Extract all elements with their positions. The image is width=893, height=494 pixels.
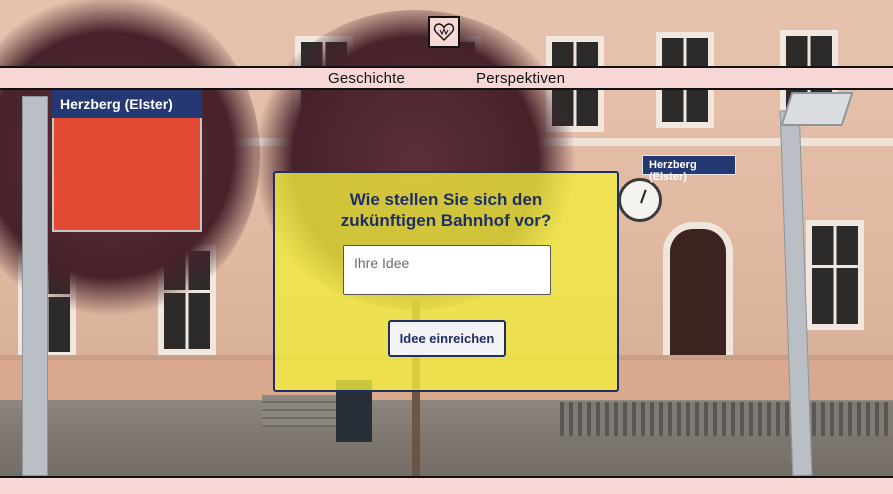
- station-sign-large: Herzberg (Elster): [52, 90, 202, 118]
- heart-icon: [433, 23, 455, 41]
- facade-window: [806, 220, 864, 330]
- form-title: Wie stellen Sie sich den zukünftigen Bah…: [340, 190, 552, 230]
- sign-pole: [22, 96, 48, 476]
- top-navigation: Geschichte Perspektiven: [0, 66, 893, 90]
- idea-input[interactable]: [343, 245, 551, 295]
- platform-edge: [560, 402, 893, 436]
- idea-form-panel: Wie stellen Sie sich den zukünftigen Bah…: [273, 171, 619, 392]
- heart-logo-icon[interactable]: [428, 16, 460, 48]
- nav-link-geschichte[interactable]: Geschichte: [328, 70, 405, 87]
- submit-idea-button[interactable]: Idee einreichen: [388, 320, 506, 357]
- station-clock: [618, 178, 662, 222]
- footer-bar: [0, 476, 893, 494]
- stairs: [262, 395, 340, 427]
- platform-lamp: [780, 92, 854, 126]
- station-sign-small: Herzberg (Elster): [642, 155, 736, 183]
- nav-link-perspektiven[interactable]: Perspektiven: [476, 70, 565, 87]
